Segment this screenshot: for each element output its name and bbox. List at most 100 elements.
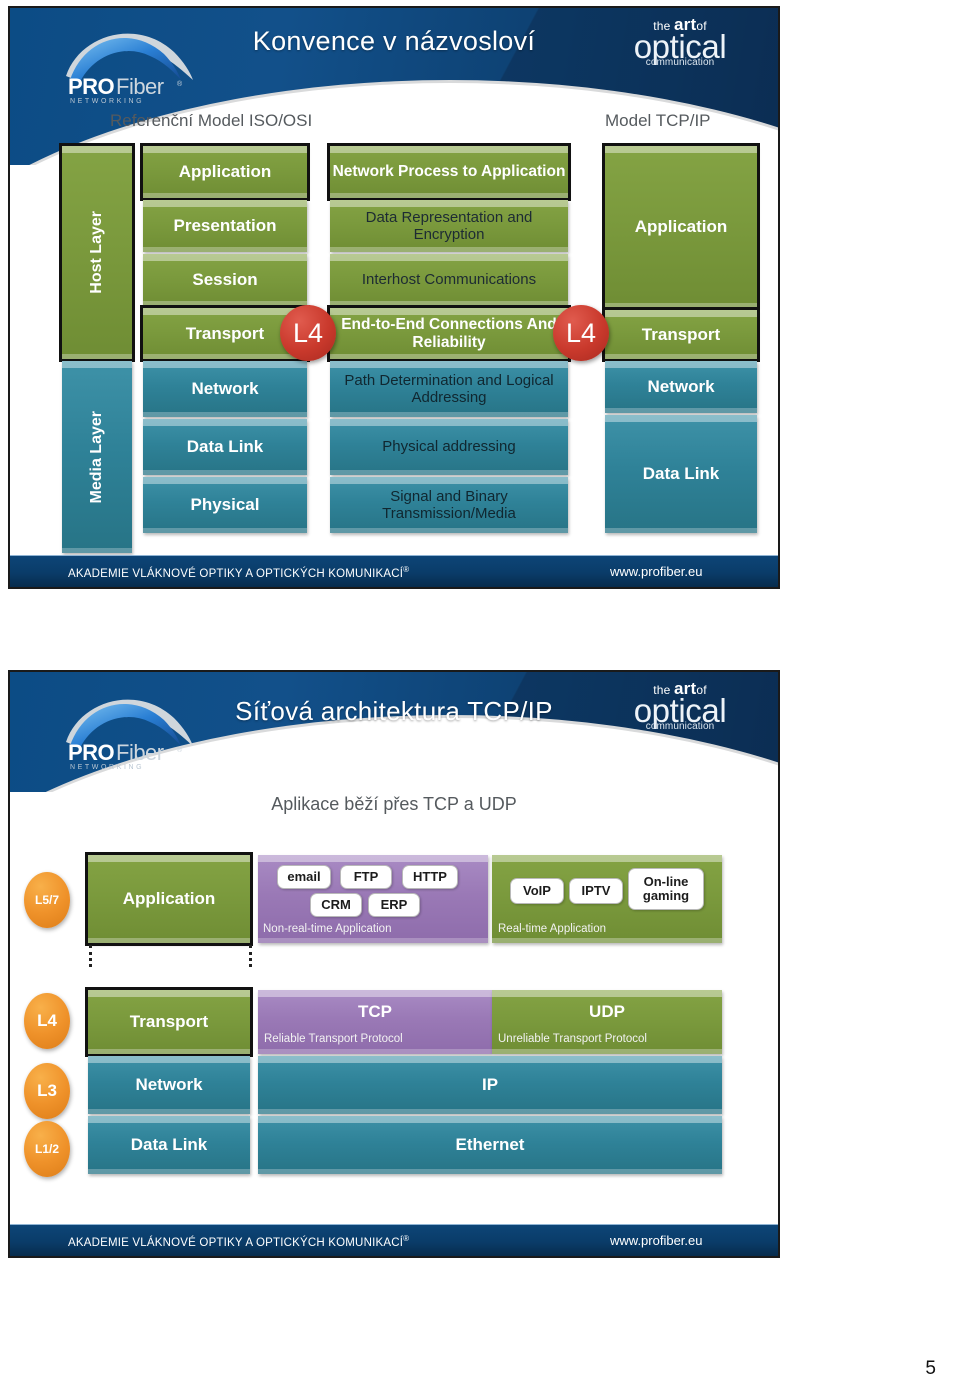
slide-sitova-architektura-tcpip: PRO Fiber ® NETWORKING Síťová architektu… bbox=[8, 670, 780, 1258]
block-title: Ethernet bbox=[455, 1135, 525, 1155]
svg-text:NETWORKING: NETWORKING bbox=[70, 98, 144, 104]
osi-layer-label: Transport bbox=[185, 323, 265, 343]
tcpip-architecture-diagram: L5/7 Application email FTP HTTP CRM ERP … bbox=[10, 850, 778, 1220]
tag-iptv: IPTV bbox=[569, 878, 623, 904]
osi-function-presentation: Data Representation and Encryption bbox=[330, 200, 568, 252]
footer-reg-mark: ® bbox=[403, 565, 410, 574]
caption-non-real-time-application: Non-real-time Application bbox=[263, 923, 392, 935]
tag-http: HTTP bbox=[402, 865, 458, 889]
svg-text:NETWORKING: NETWORKING bbox=[70, 764, 144, 770]
tag-label: CRM bbox=[321, 896, 351, 912]
footer-reg-mark: ® bbox=[403, 1234, 410, 1243]
footer-academy-text: AKADEMIE VLÁKNOVÉ OPTIKY A OPTICKÝCH KOM… bbox=[68, 1234, 409, 1249]
osi-layer-presentation: Presentation bbox=[143, 200, 307, 252]
tcpip-layer-application: Application bbox=[602, 143, 760, 311]
tag-label: email bbox=[287, 868, 321, 884]
caption-real-time-application: Real-time Application bbox=[498, 923, 607, 935]
svg-text:®: ® bbox=[177, 746, 183, 754]
osi-layer-label: Session bbox=[192, 270, 258, 290]
tag-erp: ERP bbox=[368, 893, 420, 917]
osi-function-text: Path Determination and Logical Addressin… bbox=[344, 371, 554, 406]
art-of-optical-communication-logo: the artof optical communication bbox=[604, 16, 756, 68]
osi-function-text: Data Representation and Encryption bbox=[365, 208, 533, 243]
osi-function-session: Interhost Communications bbox=[330, 254, 568, 306]
osi-layer-session: Session bbox=[143, 254, 307, 306]
tcpip-layer-label: Network bbox=[647, 377, 715, 397]
art-communication: communication bbox=[645, 57, 715, 68]
osi-function-text: Physical addressing bbox=[382, 438, 516, 456]
tag-crm: CRM bbox=[310, 893, 362, 917]
tcpip-layer-datalink: Data Link bbox=[605, 415, 757, 533]
footer-academy-text: AKADEMIE VLÁKNOVÉ OPTIKY A OPTICKÝCH KOM… bbox=[68, 565, 409, 580]
svg-text:Fiber: Fiber bbox=[116, 74, 164, 99]
dotted-connector-right bbox=[249, 945, 252, 967]
osi-function-datalink: Physical addressing bbox=[330, 419, 568, 475]
osi-function-transport: End-to-End Connections And Reliability bbox=[327, 305, 571, 362]
profiber-logo: PRO Fiber ® NETWORKING bbox=[46, 14, 226, 105]
tcpip-layer-transport: Transport bbox=[602, 307, 760, 362]
footer-academy-label: AKADEMIE VLÁKNOVÉ OPTIKY A OPTICKÝCH KOM… bbox=[68, 567, 404, 580]
caption-tcp: Reliable Transport Protocol bbox=[264, 1033, 403, 1045]
badge-l3: L3 bbox=[24, 1063, 70, 1119]
dotted-connector-left bbox=[89, 945, 92, 967]
slide2-banner: PRO Fiber ® NETWORKING Síťová architektu… bbox=[10, 672, 778, 792]
layer-datalink: Data Link bbox=[88, 1116, 250, 1174]
badge-label: L1/2 bbox=[34, 1142, 59, 1156]
subtitle-iso-osi: Referenční Model ISO/OSI bbox=[110, 111, 313, 130]
art-of-optical-communication-logo: the artof optical communication bbox=[604, 680, 756, 732]
svg-text:Fiber: Fiber bbox=[116, 740, 164, 765]
tcpip-layer-network: Network bbox=[605, 361, 757, 413]
osi-function-text: Network Process to Application bbox=[332, 163, 566, 181]
badge-label: L5/7 bbox=[34, 893, 59, 907]
tag-label: On-line gaming bbox=[642, 873, 690, 903]
osi-function-text: Signal and Binary Transmission/Media bbox=[382, 487, 516, 522]
tag-voip: VoIP bbox=[510, 878, 564, 904]
osi-function-application: Network Process to Application bbox=[327, 143, 571, 201]
marker-l4-label: L4 bbox=[292, 317, 324, 348]
marker-l4-label: L4 bbox=[565, 317, 597, 348]
subtitle-tcpip: Model TCP/IP bbox=[605, 111, 711, 130]
tcpip-layer-label: Application bbox=[634, 217, 728, 237]
marker-l4-osi: L4 bbox=[280, 305, 336, 361]
osi-layer-label: Application bbox=[178, 162, 272, 182]
layer-label: Application bbox=[122, 889, 216, 909]
layer-label: Transport bbox=[129, 1012, 209, 1032]
badge-l1-2: L1/2 bbox=[24, 1121, 70, 1177]
slide2-subtitle: Aplikace běží přes TCP a UDP bbox=[271, 794, 517, 814]
block-ip: IP bbox=[258, 1056, 722, 1114]
svg-text:PRO: PRO bbox=[68, 74, 115, 99]
osi-layer-label: Physical bbox=[190, 495, 260, 515]
layer-transport: Transport bbox=[85, 987, 253, 1057]
block-ethernet: Ethernet bbox=[258, 1116, 722, 1174]
block-title: TCP bbox=[358, 1002, 392, 1021]
footer-website-link[interactable]: www.profiber.eu bbox=[610, 564, 703, 579]
tag-online-gaming: On-line gaming bbox=[628, 868, 704, 910]
block-title: IP bbox=[481, 1075, 499, 1095]
layer-application: Application bbox=[85, 852, 253, 946]
tag-label: HTTP bbox=[413, 868, 447, 884]
tag-label: ERP bbox=[380, 896, 408, 912]
badge-label: L4 bbox=[37, 1011, 57, 1030]
osi-layer-label: Presentation bbox=[173, 216, 277, 236]
group-media-layer-label: Media Layer bbox=[87, 410, 105, 504]
footer-website-link[interactable]: www.profiber.eu bbox=[610, 1233, 703, 1248]
block-title: UDP bbox=[589, 1002, 625, 1021]
slide-konvence-v-nazvoslovi: PRO Fiber ® NETWORKING Konvence v názvos… bbox=[8, 6, 780, 589]
svg-text:PRO: PRO bbox=[68, 740, 115, 765]
layer-label: Network bbox=[135, 1075, 203, 1095]
tag-email: email bbox=[277, 865, 331, 889]
badge-l4: L4 bbox=[24, 993, 70, 1049]
group-host-layer: Host Layer bbox=[59, 143, 135, 362]
osi-layer-network: Network bbox=[143, 361, 307, 417]
marker-l4-tcpip: L4 bbox=[553, 305, 609, 361]
tcpip-layer-label: Data Link bbox=[642, 464, 720, 484]
osi-layer-physical: Physical bbox=[143, 477, 307, 533]
page-number: 5 bbox=[925, 1358, 936, 1379]
tag-label: VoIP bbox=[523, 882, 551, 898]
tcpip-layer-label: Transport bbox=[641, 324, 721, 344]
osi-function-physical: Signal and Binary Transmission/Media bbox=[330, 477, 568, 533]
osi-function-text: End-to-End Connections And Reliability bbox=[341, 315, 557, 351]
osi-layer-datalink: Data Link bbox=[143, 419, 307, 475]
art-communication: communication bbox=[645, 721, 715, 732]
osi-tcpip-diagram: Host Layer Media Layer Application Prese… bbox=[10, 140, 778, 555]
